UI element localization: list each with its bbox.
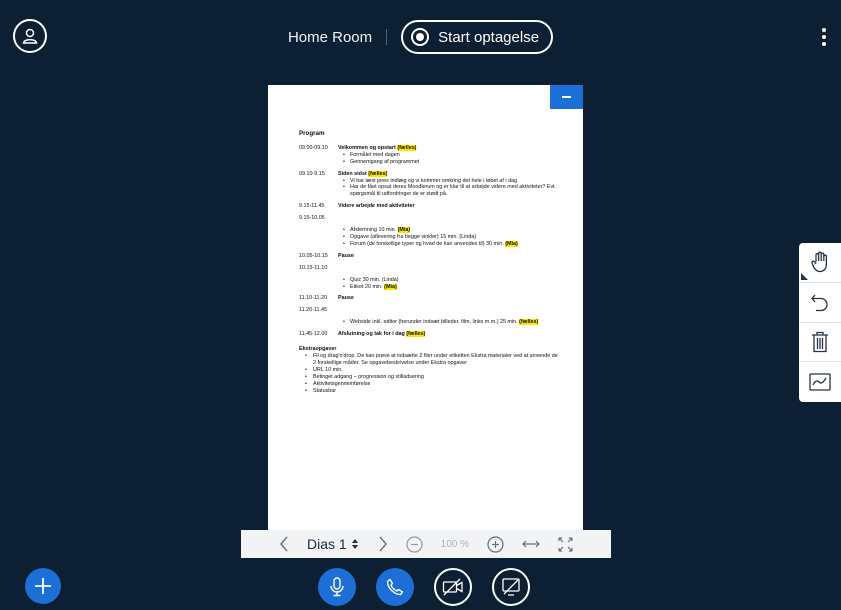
schedule-row: 9.15-11.45 Videre arbejde med aktivitete… (299, 203, 415, 210)
header-divider (386, 29, 388, 45)
camera-button[interactable] (433, 568, 472, 606)
whiteboard-icon (809, 373, 831, 391)
room-name: Home Room (287, 28, 373, 46)
list-item: Har de fået opsat deres Moodlerum og er … (343, 184, 561, 198)
bullet-list: Formålet med dagen Gennemgang af program… (299, 152, 561, 166)
bullet-list: Afstemning 10 min. (Mia) Opgave (aflever… (299, 227, 561, 248)
screenshare-button[interactable] (491, 568, 530, 606)
zoom-in-icon[interactable] (487, 535, 504, 553)
minimize-presentation-button[interactable] (550, 85, 583, 109)
zoom-level: 100 % (440, 538, 470, 550)
extra-tasks-heading: Ekstraopgaver (299, 346, 337, 353)
extra-tasks-list: Fil og drag'n'drop. De kan prøve at inds… (299, 353, 561, 394)
tool-submenu-indicator (801, 272, 808, 280)
media-controls (0, 568, 841, 606)
fit-width-icon[interactable] (522, 539, 540, 549)
clear-annotations-button[interactable] (799, 323, 841, 363)
schedule-row: 09.00-09.10 Velkommen og opstart (fælles… (299, 144, 417, 151)
list-item: Afstemning 10 min. (Mia) (343, 227, 561, 234)
microphone-icon (329, 577, 344, 597)
presentation-slide: Program 09.00-09.10 Velkommen og opstart… (268, 85, 583, 530)
hand-tool-icon (811, 251, 828, 273)
list-item: URL 10 min. (303, 367, 561, 374)
slide-selector[interactable]: Dias 1 (307, 536, 360, 552)
bullet-list: Vi har læst jeres indlæg og vi kommer om… (299, 178, 561, 199)
camera-off-icon (442, 578, 463, 596)
list-item: Webside inkl. editor (herunder indsæt bi… (343, 319, 561, 326)
whiteboard-button[interactable] (799, 362, 841, 402)
schedule-row: 10.05-10.15 Pause (299, 252, 354, 259)
trash-icon (812, 331, 828, 353)
fullscreen-icon[interactable] (558, 536, 573, 552)
schedule-row: 11.45-12.00 Afslutning og tak for i dag … (299, 331, 426, 338)
phone-icon (386, 578, 403, 596)
schedule-row: 9.15-10.05 (299, 215, 325, 222)
schedule-row: 11.10-11.20 Pause (299, 295, 354, 302)
top-center-bar: Home Room Start optagelse (0, 20, 841, 54)
zoom-out-icon[interactable] (406, 535, 423, 553)
list-item: Quiz 30 min. (Linda) (343, 277, 561, 284)
undo-button[interactable] (799, 283, 841, 323)
chevron-left-icon[interactable] (279, 536, 289, 552)
microphone-button[interactable] (317, 568, 356, 606)
hand-tool-button[interactable] (799, 243, 841, 283)
list-item: Formålet med dagen (343, 152, 561, 159)
chevron-right-icon[interactable] (378, 536, 388, 552)
screenshare-off-icon (501, 578, 520, 596)
list-item: Aktivitetsgennemførelse (303, 381, 561, 388)
bullet-list: Quiz 30 min. (Linda) Etiket 20 min. (Mia… (299, 277, 561, 291)
list-item: Etiket 20 min. (Mia) (343, 283, 561, 291)
list-item: Statusbar (303, 388, 561, 395)
list-item: Betinget adgang – progression og stillad… (303, 374, 561, 381)
phone-button[interactable] (375, 568, 414, 606)
updown-icon (351, 539, 358, 549)
whiteboard-tools-panel (799, 243, 841, 402)
list-item: Opgave (aflevering fra begge vinkler) 15… (343, 234, 561, 241)
bullet-list: Webside inkl. editor (herunder indsæt bi… (299, 319, 561, 326)
list-item: Forum (de forskellige typer og hvad de k… (343, 240, 561, 248)
kebab-menu-icon[interactable] (821, 28, 827, 46)
list-item: Gennemgang af programmet (343, 159, 561, 166)
slide-title: Program (299, 130, 325, 137)
slide-toolbar: Dias 1 100 % (241, 530, 611, 558)
slide-label: Dias 1 (306, 536, 347, 552)
undo-icon (811, 294, 828, 312)
schedule-row: 09.10-9.15 Siden sidst (fælles) (299, 170, 388, 177)
list-item: Fil og drag'n'drop. De kan prøve at inds… (303, 353, 561, 367)
schedule-row: 11.20-11.45 (299, 307, 327, 314)
record-label: Start optagelse (438, 28, 540, 46)
start-recording-button[interactable]: Start optagelse (401, 20, 554, 54)
schedule-row: 10.15-11.10 (299, 264, 328, 271)
record-icon (411, 28, 430, 46)
